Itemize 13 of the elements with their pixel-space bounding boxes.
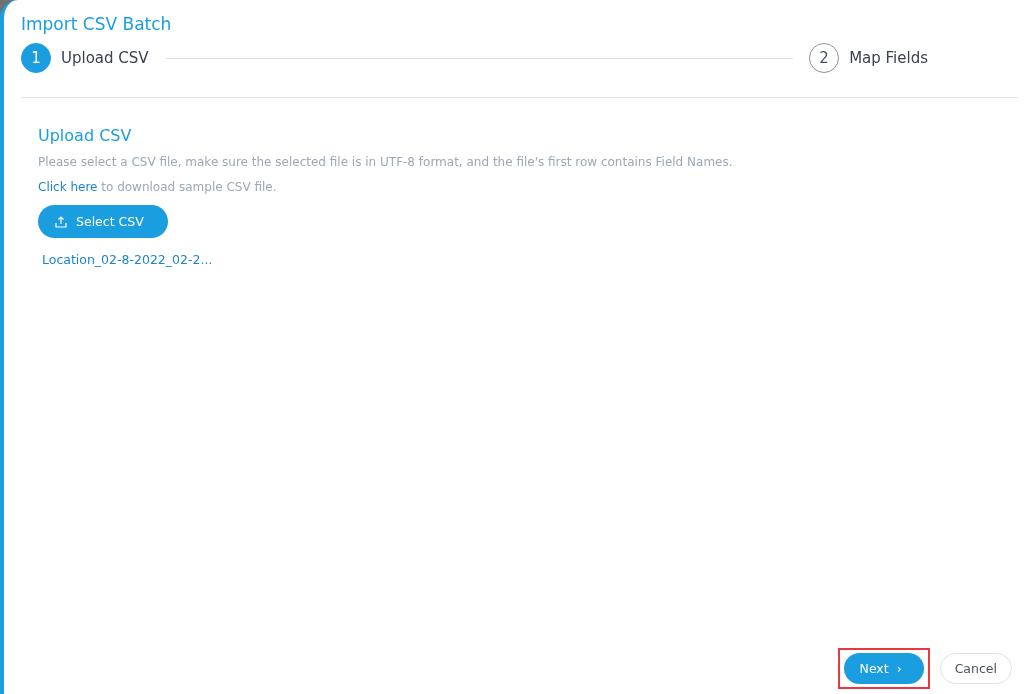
file-name[interactable]: Location_02-8-2022_02-2... <box>42 252 1018 267</box>
step-label: Upload CSV <box>61 49 149 67</box>
instructions-text: Please select a CSV file, make sure the selected file is in UTF-8 format, and the file's first row contains Field Names. <box>38 155 734 169</box>
section-heading: Upload CSV <box>38 126 133 145</box>
download-hint: Click here to download sample CSV file. <box>38 180 278 194</box>
step-label: Map Fields <box>849 49 928 67</box>
dialog-title: Import CSV Batch <box>21 14 173 34</box>
next-button[interactable]: Next › <box>843 653 924 684</box>
step-number: 1 <box>21 43 51 73</box>
download-link[interactable]: Click here <box>38 180 98 194</box>
select-csv-button[interactable]: Select CSV <box>38 205 168 238</box>
upload-icon <box>54 214 68 229</box>
cancel-button[interactable]: Cancel <box>939 653 1012 684</box>
